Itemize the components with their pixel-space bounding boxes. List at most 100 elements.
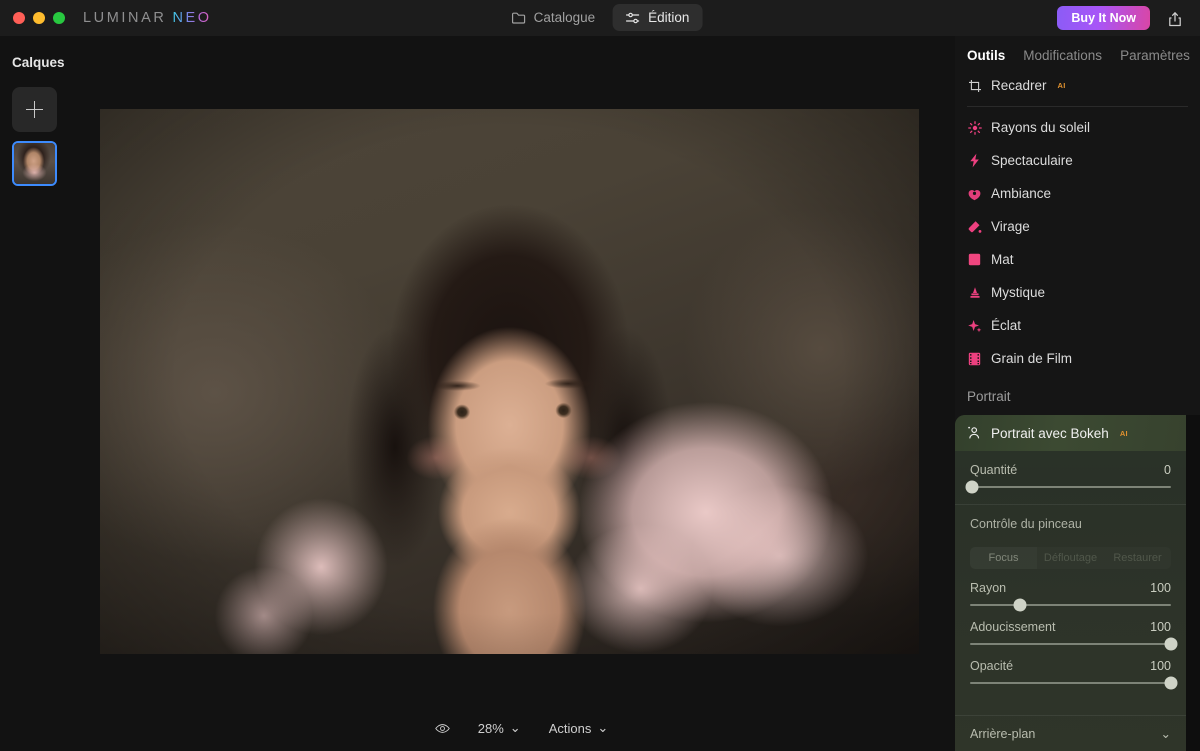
- tab-catalogue-label: Catalogue: [533, 10, 596, 25]
- brush-mode-restaurer[interactable]: Restaurer: [1104, 547, 1171, 569]
- tools-panel: Outils Modifications Paramètres Recadrer…: [955, 36, 1200, 751]
- rayon-value: 100: [1150, 581, 1171, 595]
- quantite-slider-track[interactable]: [965, 480, 1171, 494]
- photo-canvas[interactable]: [100, 109, 919, 654]
- tab-outils[interactable]: Outils: [967, 48, 1005, 63]
- portrait-bokeh-icon: [967, 426, 982, 441]
- preview-toggle-button[interactable]: [434, 721, 450, 736]
- quantite-slider-thumb[interactable]: [965, 480, 979, 494]
- sliders-icon: [625, 10, 640, 25]
- portrait-bokeh-panel: Portrait avec Bokeh AI Quantité 0 Contrô…: [955, 415, 1186, 751]
- bolt-icon: [967, 153, 982, 168]
- brush-mode-segmented-control: Focus Défloutage Restaurer: [970, 547, 1171, 569]
- mystical-icon: [967, 285, 982, 300]
- quantite-label: Quantité: [970, 463, 1018, 477]
- adoucissement-slider-thumb[interactable]: [1164, 637, 1178, 651]
- minimize-window-button[interactable]: [33, 12, 45, 24]
- tab-catalogue[interactable]: Catalogue: [498, 4, 609, 31]
- app-logo: LUMINAR NEO: [83, 10, 212, 26]
- opacite-slider-track[interactable]: [970, 676, 1178, 690]
- actions-dropdown[interactable]: Actions ⌄: [549, 720, 609, 736]
- main-mode-tabs: Catalogue Édition: [498, 4, 703, 31]
- color-cast-icon: [967, 219, 982, 234]
- quantite-slider-block: Quantité 0: [955, 451, 1186, 494]
- tools-panel-tabs: Outils Modifications Paramètres: [955, 36, 1200, 63]
- tool-item-ambiance[interactable]: Ambiance: [955, 177, 1200, 210]
- actions-label: Actions: [548, 720, 592, 736]
- portrait-bokeh-body: Quantité 0 Contrôle du pinceau Focus Déf…: [955, 451, 1186, 690]
- tool-item-grain-de-film[interactable]: Grain de Film: [955, 342, 1200, 375]
- tool-item-label: Mat: [991, 252, 1014, 267]
- ai-badge: AI: [1057, 81, 1066, 90]
- rayon-slider-thumb[interactable]: [1013, 598, 1027, 612]
- tool-item-label: Éclat: [991, 318, 1022, 333]
- adoucissement-slider-block: Adoucissement 100: [955, 608, 1186, 651]
- opacite-slider-thumb[interactable]: [1164, 676, 1178, 690]
- close-window-button[interactable]: [13, 12, 25, 24]
- maximize-window-button[interactable]: [53, 12, 65, 24]
- tool-item-mystique[interactable]: Mystique: [955, 276, 1200, 309]
- share-icon[interactable]: [1164, 8, 1186, 30]
- tab-edition-label: Édition: [648, 10, 690, 25]
- film-grain-icon: [967, 351, 982, 366]
- tool-item-mat[interactable]: Mat: [955, 243, 1200, 276]
- opacite-value: 100: [1150, 659, 1171, 673]
- quantite-value: 0: [1164, 463, 1171, 477]
- tools-divider: [967, 106, 1188, 107]
- brush-mode-defloutage[interactable]: Défloutage: [1037, 547, 1104, 569]
- section-title-portrait: Portrait: [967, 389, 1011, 404]
- chevron-down-icon: ⌄: [1160, 727, 1171, 741]
- portrait-photo: [100, 109, 919, 654]
- tool-item-recadrer[interactable]: Recadrer AI: [955, 69, 1200, 102]
- window-controls: [13, 12, 65, 24]
- adoucissement-label: Adoucissement: [970, 620, 1056, 634]
- title-bar: LUMINAR NEO Catalogue Édition Buy It Now: [0, 0, 1200, 36]
- add-layer-button[interactable]: [12, 87, 57, 132]
- layers-title: Calques: [12, 55, 65, 70]
- opacite-slider-block: Opacité 100: [955, 647, 1186, 690]
- buy-it-now-button[interactable]: Buy It Now: [1057, 6, 1150, 30]
- panel-scrollbar[interactable]: [1186, 415, 1200, 751]
- portrait-bokeh-header[interactable]: Portrait avec Bokeh AI: [955, 415, 1186, 451]
- glow-icon: [967, 318, 982, 333]
- adoucissement-value: 100: [1150, 620, 1171, 634]
- canvas-area: 28% ⌄ Actions ⌄: [88, 36, 955, 751]
- adoucissement-slider-track[interactable]: [970, 637, 1178, 651]
- brush-mode-focus[interactable]: Focus: [970, 547, 1037, 569]
- tool-item-label: Mystique: [991, 285, 1046, 300]
- eye-icon: [434, 721, 450, 736]
- tool-item-rayons-du-soleil[interactable]: Rayons du soleil: [955, 111, 1200, 144]
- tool-item-virage[interactable]: Virage: [955, 210, 1200, 243]
- rayon-slider-block: Rayon 100: [955, 569, 1186, 612]
- chevron-down-icon: ⌄: [597, 720, 609, 735]
- layer-thumbnail[interactable]: [12, 141, 57, 186]
- rayon-label: Rayon: [970, 581, 1007, 595]
- tool-item-label: Grain de Film: [991, 351, 1073, 366]
- luminar-neo-window: LUMINAR NEO Catalogue Édition Buy It Now…: [0, 0, 1200, 751]
- chevron-down-icon: ⌄: [509, 720, 521, 735]
- tool-item-spectaculaire[interactable]: Spectaculaire: [955, 144, 1200, 177]
- rayon-slider-track[interactable]: [970, 598, 1171, 612]
- brand-neo-text: NEO: [172, 10, 212, 26]
- canvas-bottom-toolbar: 28% ⌄ Actions ⌄: [88, 705, 955, 751]
- zoom-level-value: 28%: [477, 720, 504, 736]
- arriere-plan-label: Arrière-plan: [970, 726, 1036, 741]
- ai-badge: AI: [1119, 428, 1128, 438]
- tab-modifications[interactable]: Modifications: [1023, 48, 1102, 63]
- mood-icon: [967, 186, 982, 201]
- layers-sidebar: Calques: [0, 36, 88, 751]
- zoom-level-dropdown[interactable]: 28% ⌄: [478, 720, 521, 736]
- tool-item-eclat[interactable]: Éclat: [955, 309, 1200, 342]
- tab-parametres[interactable]: Paramètres: [1120, 48, 1190, 63]
- brand-luminar-text: LUMINAR: [83, 10, 167, 26]
- portrait-bokeh-title: Portrait avec Bokeh: [991, 425, 1109, 441]
- tab-edition[interactable]: Édition: [612, 4, 703, 31]
- matte-icon: [967, 252, 982, 267]
- tool-item-label: Virage: [991, 219, 1030, 234]
- sun-rays-icon: [967, 120, 982, 135]
- opacite-label: Opacité: [970, 659, 1014, 673]
- plus-icon: [26, 101, 43, 118]
- crop-icon: [967, 78, 982, 93]
- tool-item-label: Spectaculaire: [991, 153, 1073, 168]
- arriere-plan-section[interactable]: Arrière-plan ⌄: [955, 715, 1186, 751]
